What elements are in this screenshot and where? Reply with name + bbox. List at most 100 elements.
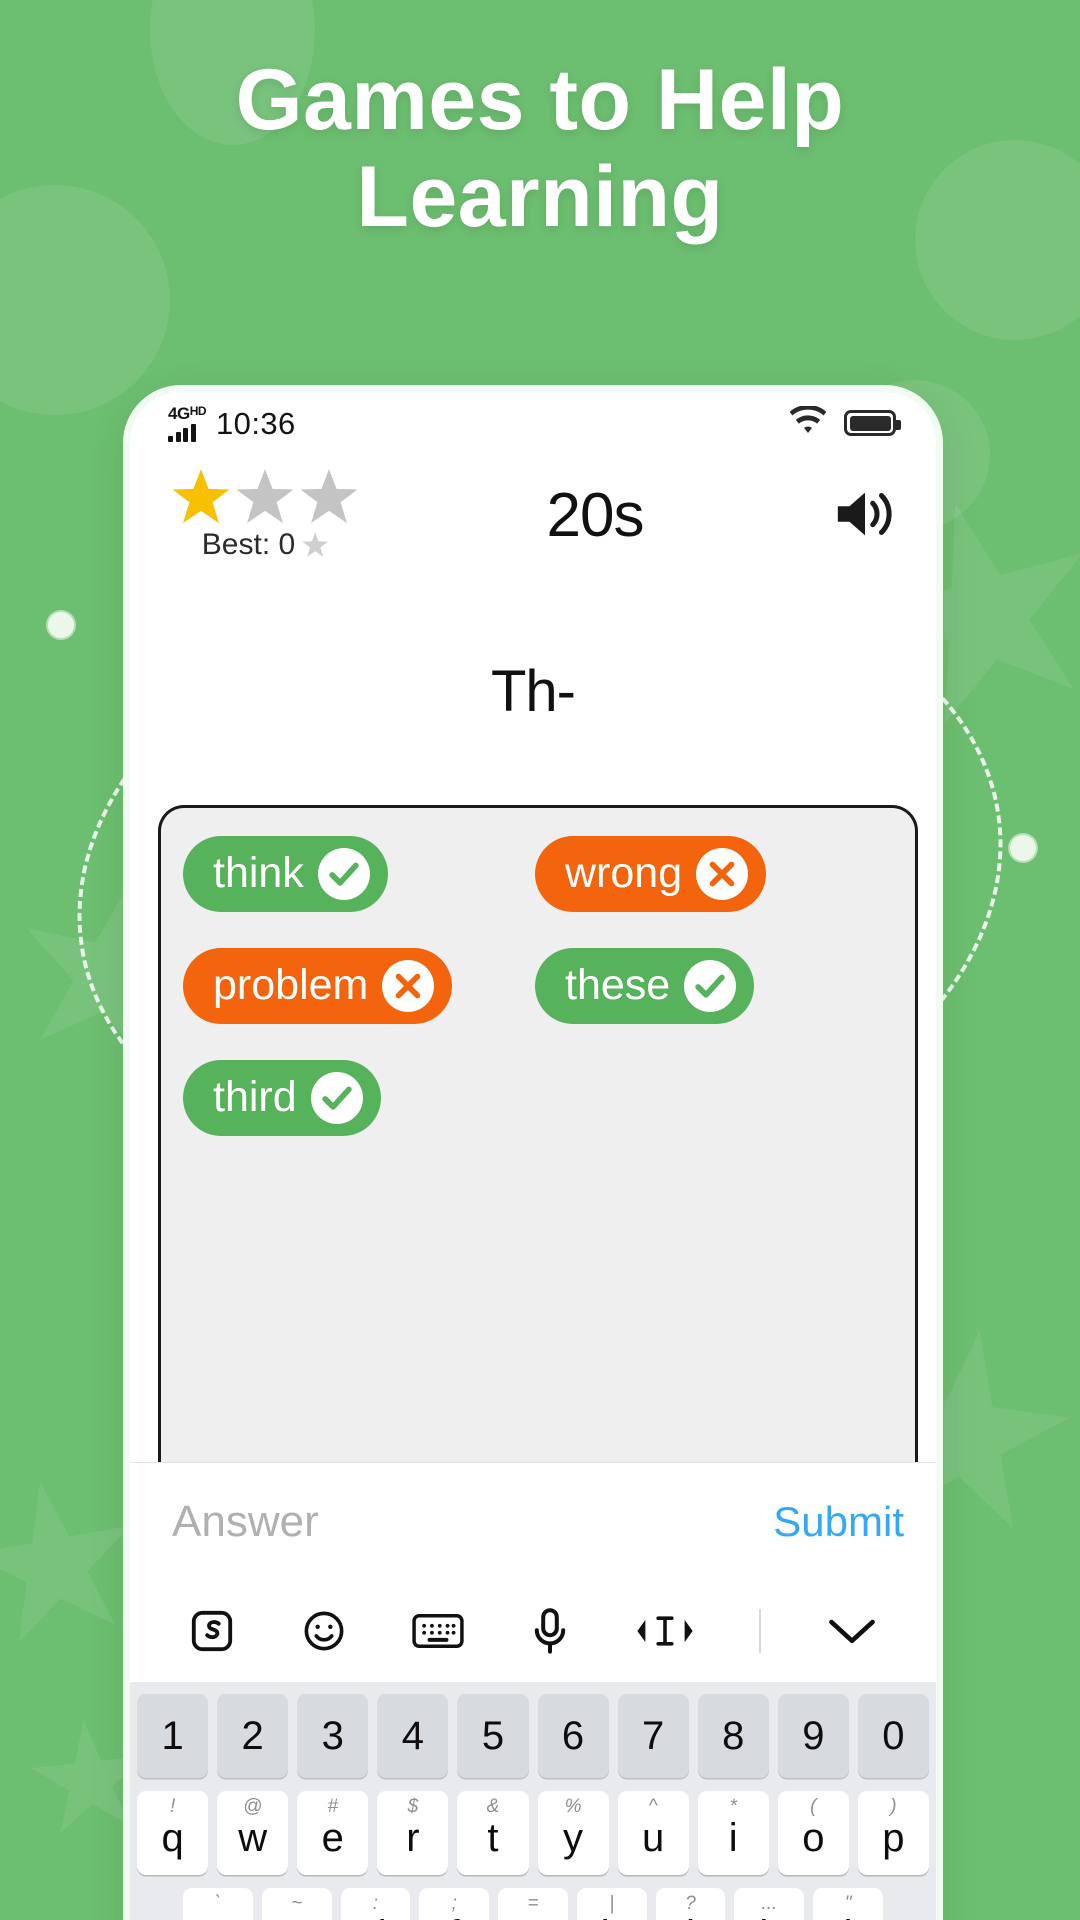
key-4[interactable]: 4 — [377, 1694, 449, 1778]
key-k[interactable]: ...k — [734, 1888, 805, 1920]
key-alt: = — [527, 1893, 539, 1914]
key-g[interactable]: =g — [498, 1888, 568, 1920]
keyboard-settings-icon[interactable] — [412, 1611, 464, 1651]
star-icon — [302, 532, 328, 557]
network-type-label: 4GHD — [168, 403, 207, 423]
chip-cell: third — [183, 1060, 535, 1136]
key-e[interactable]: # e — [297, 1791, 369, 1875]
keyboard-number-row: 1 2 3 4 5 6 7 8 9 0 — [137, 1694, 929, 1778]
toolbar-divider — [759, 1609, 762, 1653]
chip-cell: wrong — [535, 836, 887, 912]
key-o[interactable]: (o — [777, 1791, 849, 1875]
cursor-move-icon[interactable] — [636, 1612, 694, 1650]
submit-button[interactable]: Submit — [773, 1498, 904, 1546]
key-0[interactable]: 0 — [857, 1694, 929, 1778]
answer-bar: Answer Submit — [130, 1462, 936, 1580]
word-chip-wrong[interactable]: wrong — [535, 836, 767, 912]
key-alt: ` — [214, 1893, 222, 1914]
status-bar-left: 4GHD 10:36 — [168, 405, 296, 442]
orbit-dot — [48, 612, 74, 638]
key-1[interactable]: 1 — [137, 1694, 209, 1778]
key-w[interactable]: @ w — [217, 1791, 289, 1875]
chip-label: think — [213, 849, 304, 898]
key-7[interactable]: 7 — [617, 1694, 689, 1778]
key-l[interactable]: "l — [813, 1888, 884, 1920]
key-r[interactable]: $ r — [377, 1791, 449, 1875]
key-alt: ~ — [291, 1893, 303, 1914]
key-j[interactable]: ?j — [655, 1888, 726, 1920]
key-d[interactable]: :d — [340, 1888, 411, 1920]
on-screen-keyboard: 1 2 3 4 5 6 7 8 9 0 ! q @ w # e $ r & t % y ^ u… — [130, 1580, 936, 1920]
headline-line-1: Games to Help — [235, 52, 845, 148]
microphone-icon[interactable] — [530, 1607, 570, 1655]
star-icon-2 — [236, 469, 294, 524]
key-8[interactable]: 8 — [697, 1694, 769, 1778]
signal-bars-icon — [168, 423, 196, 442]
key-p[interactable]: ) p — [857, 1791, 929, 1875]
chip-cell: these — [535, 948, 887, 1024]
key-label: w — [238, 1815, 268, 1860]
status-bar-clock: 10:36 — [216, 405, 296, 441]
star-rating — [172, 468, 358, 526]
poster-headline: Games to Help Learning — [0, 52, 1080, 246]
chip-cell: think — [183, 836, 535, 912]
key-alt: * — [729, 1796, 737, 1817]
swiftkey-logo-icon[interactable] — [189, 1608, 235, 1654]
key-i[interactable]: * i — [697, 1791, 769, 1875]
key-q[interactable]: ! q — [137, 1791, 209, 1875]
chip-cell: problem — [183, 948, 535, 1024]
star-icon-3 — [300, 469, 358, 524]
chip-label: these — [565, 961, 671, 1010]
battery-full-icon — [844, 410, 901, 436]
best-score: Best: 0 — [202, 528, 328, 562]
key-alt: ; — [451, 1893, 457, 1914]
key-alt: ( — [810, 1796, 817, 1817]
keyboard-row-qwerty: ! q @ w # e $ r & t % y ^ u * i (o ) p — [137, 1791, 929, 1875]
keyboard-toolbar — [130, 1580, 936, 1682]
star-icon-1 — [172, 469, 230, 524]
word-chip-problem[interactable]: problem — [183, 948, 453, 1024]
key-9[interactable]: 9 — [777, 1694, 849, 1778]
key-s[interactable]: ~s — [261, 1888, 332, 1920]
key-5[interactable]: 5 — [457, 1694, 529, 1778]
speaker-on-icon[interactable] — [832, 486, 898, 542]
wifi-icon — [788, 404, 828, 441]
key-label: q — [161, 1815, 184, 1860]
key-y[interactable]: % y — [537, 1791, 609, 1875]
key-2[interactable]: 2 — [217, 1694, 289, 1778]
key-label: p — [882, 1815, 905, 1860]
key-u[interactable]: ^ u — [617, 1791, 689, 1875]
key-alt: % — [564, 1796, 582, 1817]
check-circle-icon — [684, 960, 737, 1012]
chip-label: wrong — [565, 849, 683, 898]
countdown-timer: 20s — [546, 481, 645, 550]
phone-mockup: 4GHD 10:36 Best: 0 20s Th- think wrong p… — [123, 385, 943, 1920]
headline-line-2: Learning — [356, 149, 724, 246]
key-alt: ) — [890, 1796, 897, 1817]
key-label: o — [802, 1815, 825, 1860]
keyboard-rows: 1 2 3 4 5 6 7 8 9 0 ! q @ w # e $ r & t % y ^ u… — [130, 1682, 936, 1920]
key-t[interactable]: & t — [457, 1791, 529, 1875]
word-chip-these[interactable]: these — [535, 948, 755, 1024]
key-alt: ? — [685, 1893, 696, 1914]
chevron-down-icon[interactable] — [827, 1614, 877, 1648]
word-chip-grid: think wrong problem these third — [183, 836, 887, 1172]
key-6[interactable]: 6 — [537, 1694, 609, 1778]
key-f[interactable]: ;f — [419, 1888, 490, 1920]
orbit-dot — [1010, 835, 1036, 861]
key-label: i — [728, 1815, 738, 1860]
word-chip-third[interactable]: third — [183, 1060, 381, 1136]
key-alt: & — [486, 1796, 500, 1817]
emoji-smiley-icon[interactable] — [301, 1608, 347, 1654]
key-label: r — [406, 1815, 420, 1860]
chip-label: problem — [213, 961, 369, 1010]
word-chip-think[interactable]: think — [183, 836, 388, 912]
answer-input[interactable]: Answer — [172, 1497, 319, 1547]
key-a[interactable]: `a — [182, 1888, 253, 1920]
score-rating: Best: 0 — [172, 468, 358, 562]
key-alt: $ — [407, 1796, 419, 1817]
game-header: Best: 0 20s — [130, 454, 936, 562]
key-h[interactable]: |h — [576, 1888, 647, 1920]
key-3[interactable]: 3 — [297, 1694, 369, 1778]
chip-label: third — [213, 1073, 297, 1122]
